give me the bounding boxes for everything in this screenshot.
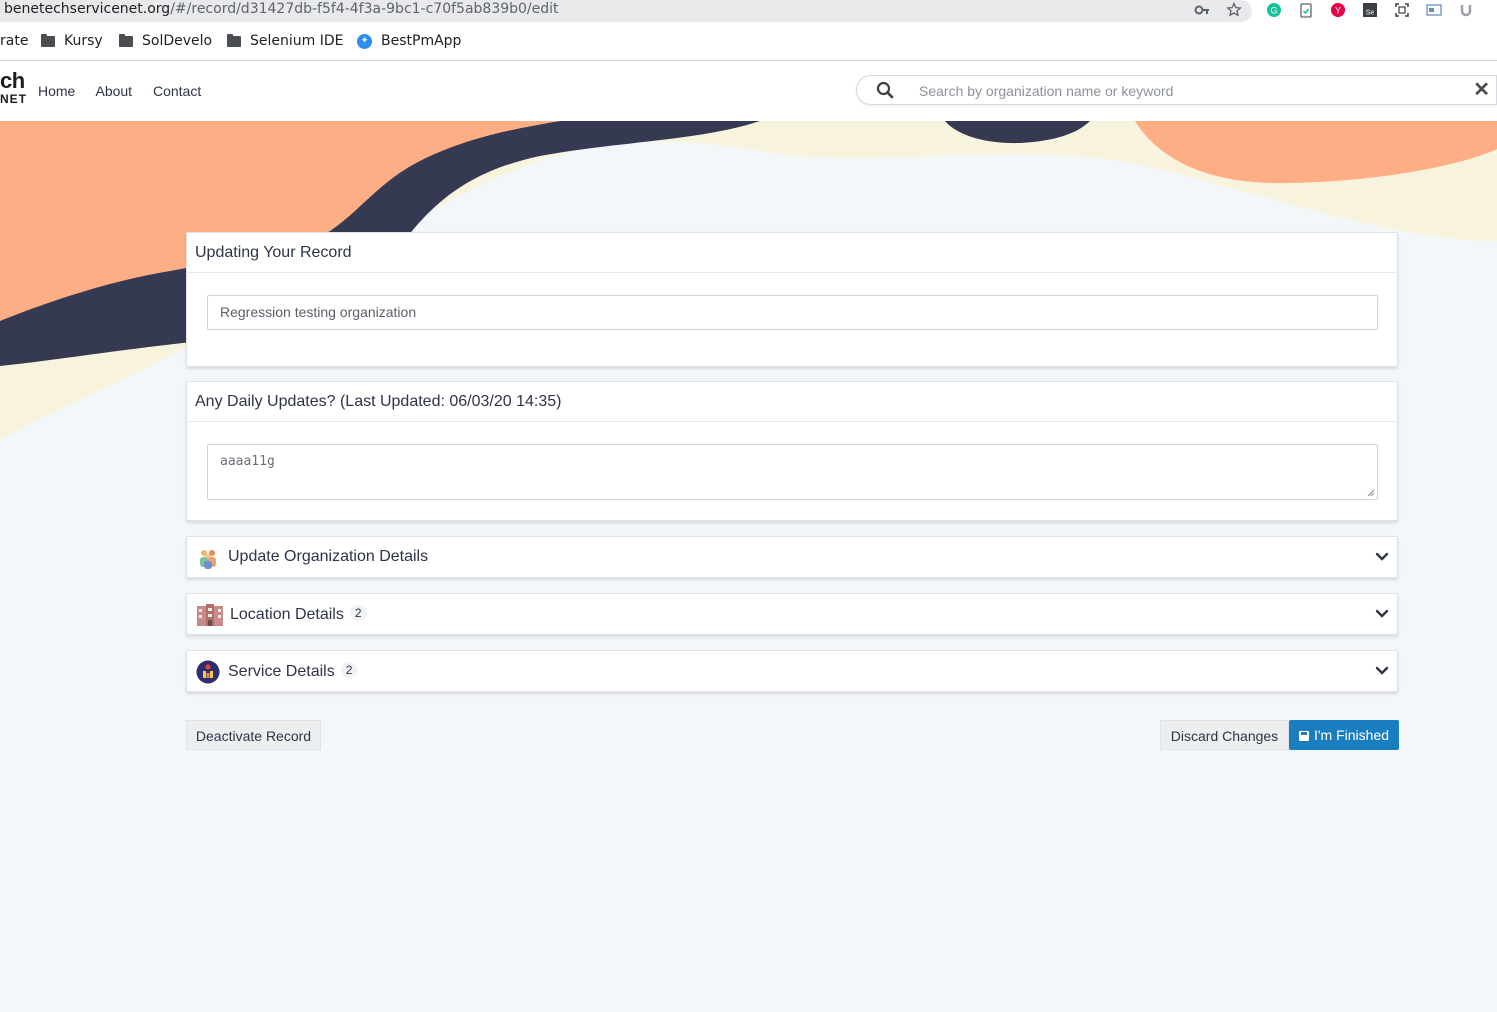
service-icon <box>196 660 220 684</box>
bookmark-kursy[interactable]: Kursy <box>41 33 103 49</box>
magnet-extension-icon[interactable] <box>1458 2 1474 18</box>
discard-changes-button[interactable]: Discard Changes <box>1160 720 1289 750</box>
search-input[interactable] <box>917 79 1461 103</box>
bookmark-label: BestPmApp <box>381 33 462 49</box>
url-path: /#/record/d31427db-f5f4-4f3a-9bc1-c70f5a… <box>170 1 559 17</box>
site-logo[interactable]: ch NET <box>0 68 27 106</box>
resize-handle-icon[interactable] <box>1367 489 1375 497</box>
site-navbar: ch NET Home About Contact ✕ <box>0 61 1497 121</box>
nav-link-contact[interactable]: Contact <box>153 83 201 99</box>
bookmark-label: SolDevelo <box>142 33 213 49</box>
section-service-details[interactable]: Service Details 2 <box>186 650 1398 692</box>
section-organization-details[interactable]: Update Organization Details <box>186 536 1398 578</box>
browser-address-bar: benetechservicenet.org/#/record/d31427db… <box>0 0 1497 22</box>
section-location-details[interactable]: Location Details 2 <box>186 593 1398 635</box>
chevron-down-icon[interactable] <box>1375 664 1389 678</box>
svg-text:Y: Y <box>1335 6 1341 16</box>
section-title: Update Organization Details <box>228 548 429 565</box>
record-card: Updating Your Record Regression testing … <box>186 232 1398 367</box>
daily-updates-card: Any Daily Updates? (Last Updated: 06/03/… <box>186 381 1398 521</box>
organization-icon <box>200 550 216 569</box>
folder-icon <box>119 33 133 47</box>
finish-button-label: I'm Finished <box>1313 727 1390 743</box>
nav-links: Home About Contact <box>38 83 218 99</box>
logo-line2: NET <box>0 92 27 106</box>
deactivate-record-button[interactable]: Deactivate Record <box>186 720 321 750</box>
search-bar: ✕ <box>856 75 1497 105</box>
daily-updates-textarea[interactable]: aaaa11g <box>207 444 1378 500</box>
key-icon[interactable] <box>1194 2 1210 18</box>
daily-updates-title: Any Daily Updates? (Last Updated: 06/03/… <box>187 382 1397 422</box>
service-count-badge: 2 <box>340 662 358 678</box>
folder-icon <box>41 33 55 47</box>
search-icon[interactable] <box>876 81 894 99</box>
section-title: Location Details <box>230 606 344 623</box>
svg-text:G: G <box>1270 6 1277 16</box>
nav-link-about[interactable]: About <box>95 83 132 99</box>
section-title: Service Details <box>228 663 335 680</box>
building-icon <box>197 604 223 626</box>
organization-name-input[interactable]: Regression testing organization <box>207 295 1378 330</box>
bookmark-rate[interactable]: rate <box>0 33 28 49</box>
svg-text:Se: Se <box>1366 10 1375 17</box>
bookmark-label: Selenium IDE <box>250 33 344 49</box>
daily-updates-text: aaaa11g <box>220 454 275 469</box>
window-extension-icon[interactable] <box>1426 2 1442 18</box>
url-field[interactable]: benetechservicenet.org/#/record/d31427db… <box>0 0 1252 22</box>
clipboard-extension-icon[interactable] <box>1298 2 1314 18</box>
selenium-extension-icon[interactable]: Se <box>1362 2 1378 18</box>
screenshot-extension-icon[interactable] <box>1394 2 1410 18</box>
nav-link-home[interactable]: Home <box>38 83 75 99</box>
section-title-group: Location Details 2 <box>230 605 367 624</box>
logo-line1: ch <box>0 68 25 93</box>
bookmark-bestpmapp[interactable]: ✦ BestPmApp <box>357 33 461 49</box>
record-card-title: Updating Your Record <box>187 233 1397 273</box>
pinterest-extension-icon[interactable]: Y <box>1330 2 1346 18</box>
finish-button[interactable]: I'm Finished <box>1289 720 1399 750</box>
bookmarks-bar: rate Kursy SolDevelo Selenium IDE ✦ BestP… <box>0 22 1497 61</box>
grammarly-extension-icon[interactable]: G <box>1266 2 1282 18</box>
chevron-down-icon[interactable] <box>1375 607 1389 621</box>
clear-search-icon[interactable]: ✕ <box>1473 79 1490 101</box>
app-icon: ✦ <box>357 33 372 49</box>
bookmark-label: Kursy <box>64 33 103 49</box>
bookmark-selenium-ide[interactable]: Selenium IDE <box>227 33 343 49</box>
bookmark-soldevelo[interactable]: SolDevelo <box>119 33 212 49</box>
save-icon <box>1298 731 1309 741</box>
star-icon[interactable] <box>1226 2 1242 18</box>
bookmark-label: rate <box>0 33 29 49</box>
section-title-group: Service Details 2 <box>228 662 358 681</box>
folder-icon <box>227 33 241 47</box>
chevron-down-icon[interactable] <box>1375 550 1389 564</box>
url-text[interactable]: benetechservicenet.org/#/record/d31427db… <box>4 1 559 17</box>
location-count-badge: 2 <box>349 605 367 621</box>
url-host: benetechservicenet.org <box>4 1 171 17</box>
